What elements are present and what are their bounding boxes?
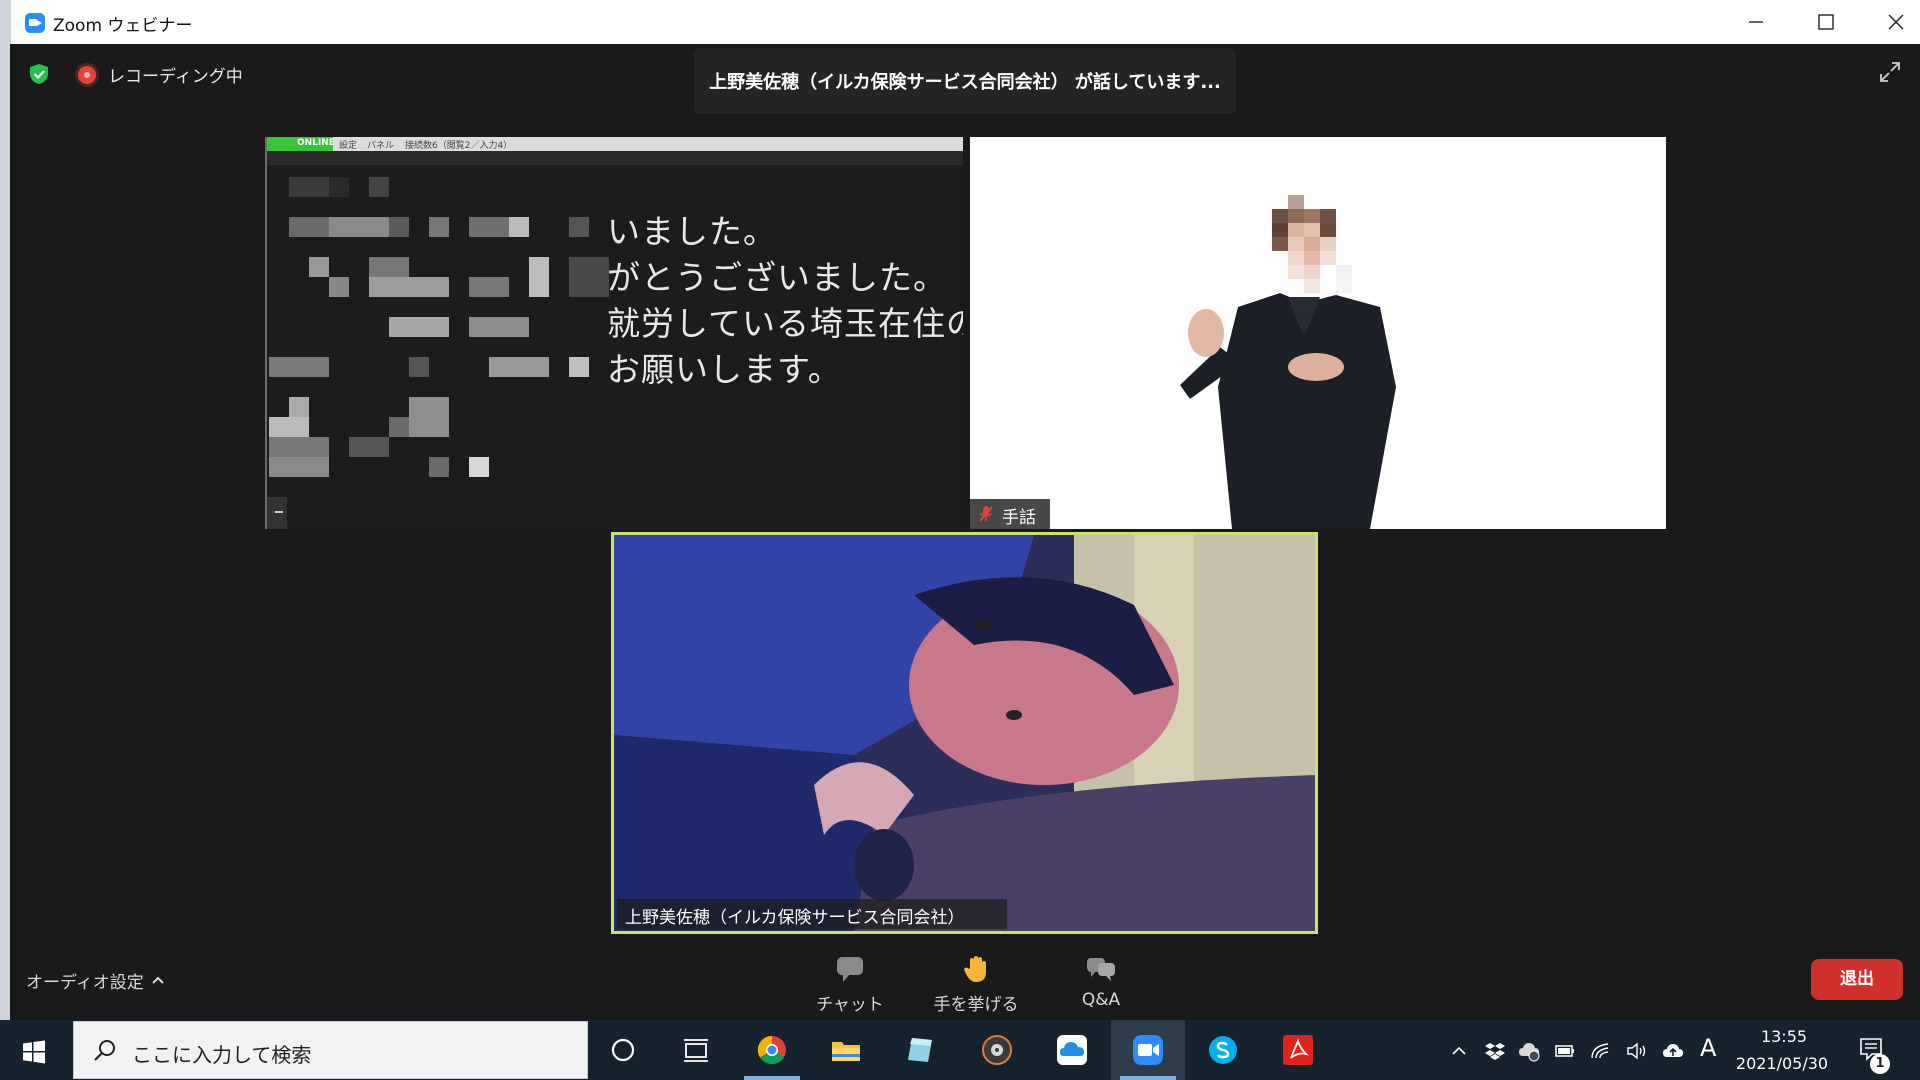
caption-online-status: ONLINE — [297, 138, 335, 148]
caption-line: 就労している埼玉在住の — [607, 304, 963, 343]
windows-start-icon[interactable] — [22, 1040, 46, 1064]
file-explorer-icon[interactable] — [830, 1034, 862, 1066]
audio-settings-button[interactable]: オーディオ設定 — [26, 968, 144, 993]
qa-icon — [1087, 958, 1115, 981]
media-app-icon[interactable] — [981, 1034, 1013, 1066]
chrome-icon[interactable] — [756, 1034, 788, 1066]
close-icon — [1888, 14, 1904, 30]
window-title: Zoom ウェビナー — [53, 16, 193, 36]
battery-icon[interactable] — [1554, 1040, 1576, 1062]
participant-name: 上野美佐穂（イルカ保険サービス合同会社） — [625, 908, 965, 928]
volume-icon[interactable] — [1626, 1040, 1648, 1062]
upload-cloud-icon[interactable] — [1662, 1040, 1684, 1062]
ime-indicator[interactable]: A — [1700, 1034, 1716, 1062]
leave-button[interactable]: 退出 — [1811, 959, 1903, 1000]
wifi-icon[interactable] — [1590, 1040, 1612, 1062]
minimize-button[interactable] — [1721, 0, 1791, 44]
qa-label: Q&A — [1081, 990, 1121, 1010]
caption-toolbar: ONLINE 設定 パネル 接続数6（閲覧2／入力4） — [267, 137, 963, 151]
chat-label: チャット — [816, 995, 884, 1015]
text-cursor — [275, 511, 283, 513]
sign-language-video-tile[interactable]: 手話 — [970, 137, 1666, 529]
chrome-running-indicator — [744, 1076, 800, 1080]
maximize-button[interactable] — [1791, 0, 1861, 44]
chat-button[interactable]: チャット — [805, 948, 895, 1015]
zoom-app-icon — [25, 13, 45, 33]
notification-count-badge: 1 — [1870, 1054, 1890, 1074]
participant-label: 上野美佐穂（イルカ保険サービス合同会社） — [617, 899, 1007, 929]
active-speaker-banner: 上野美佐穂（イルカ保険サービス合同会社） が話しています... — [694, 48, 1236, 114]
desktop-edge — [0, 0, 10, 1020]
chevron-up-icon[interactable] — [150, 972, 166, 988]
caption-toolbar-item: パネル — [367, 141, 395, 151]
onedrive-icon[interactable] — [1056, 1034, 1088, 1066]
caption-toolbar-item: 設定 — [339, 141, 358, 151]
minimize-icon — [1749, 21, 1763, 23]
close-button[interactable] — [1861, 0, 1920, 44]
fullscreen-icon[interactable] — [1878, 60, 1902, 84]
search-icon — [94, 1040, 115, 1061]
qa-button[interactable]: Q&A — [1056, 948, 1146, 1012]
caption-share-tile[interactable]: ONLINE 設定 パネル 接続数6（閲覧2／入力4） いました。 がとうござい… — [265, 137, 963, 529]
chat-icon — [837, 957, 863, 982]
active-speaker-text: 上野美佐穂（イルカ保険サービス合同会社） が話しています... — [709, 72, 1221, 93]
active-speaker-video-tile[interactable]: 上野美佐穂（イルカ保険サービス合同会社） — [611, 532, 1318, 934]
speaker-video-frame — [614, 535, 1315, 931]
security-shield-icon[interactable] — [28, 63, 50, 85]
clock-time[interactable]: 13:55 — [1734, 1027, 1834, 1046]
mic-muted-icon — [979, 506, 993, 522]
caption-toolbar-item: 接続数6（閲覧2／入力4） — [405, 141, 513, 151]
skype-icon[interactable] — [1207, 1034, 1239, 1066]
zoom-icon[interactable] — [1132, 1034, 1164, 1066]
cloud-sync-icon[interactable] — [1518, 1040, 1540, 1062]
app-icon[interactable] — [904, 1034, 936, 1066]
search-placeholder: ここに入力して検索 — [132, 1043, 312, 1067]
title-bar[interactable]: Zoom ウェビナー — [10, 0, 1920, 44]
raise-hand-label: 手を挙げる — [933, 995, 1019, 1015]
zoom-running-indicator — [1120, 1076, 1176, 1080]
interpreter-figure — [1180, 195, 1396, 529]
caption-line: がとうございました。 — [607, 258, 947, 297]
recording-status: レコーディング中 — [108, 67, 243, 87]
chevron-up-icon[interactable] — [1448, 1040, 1470, 1062]
participant-label: 手話 — [970, 499, 1050, 529]
clock-date[interactable]: 2021/05/30 — [1726, 1054, 1838, 1073]
caption-line: いました。 — [607, 212, 777, 251]
acrobat-icon[interactable] — [1282, 1034, 1314, 1066]
taskbar-search-box[interactable]: ここに入力して検索 — [73, 1021, 588, 1079]
raise-hand-button[interactable]: 手を挙げる — [931, 948, 1021, 1015]
dropbox-icon[interactable] — [1484, 1040, 1506, 1062]
task-view-icon[interactable] — [680, 1034, 712, 1066]
maximize-icon — [1818, 14, 1834, 30]
raise-hand-icon — [964, 956, 986, 982]
cortana-icon[interactable] — [607, 1034, 639, 1066]
recording-icon — [78, 66, 96, 84]
participant-name: 手話 — [1002, 508, 1036, 528]
caption-line: お願いします。 — [607, 350, 842, 389]
